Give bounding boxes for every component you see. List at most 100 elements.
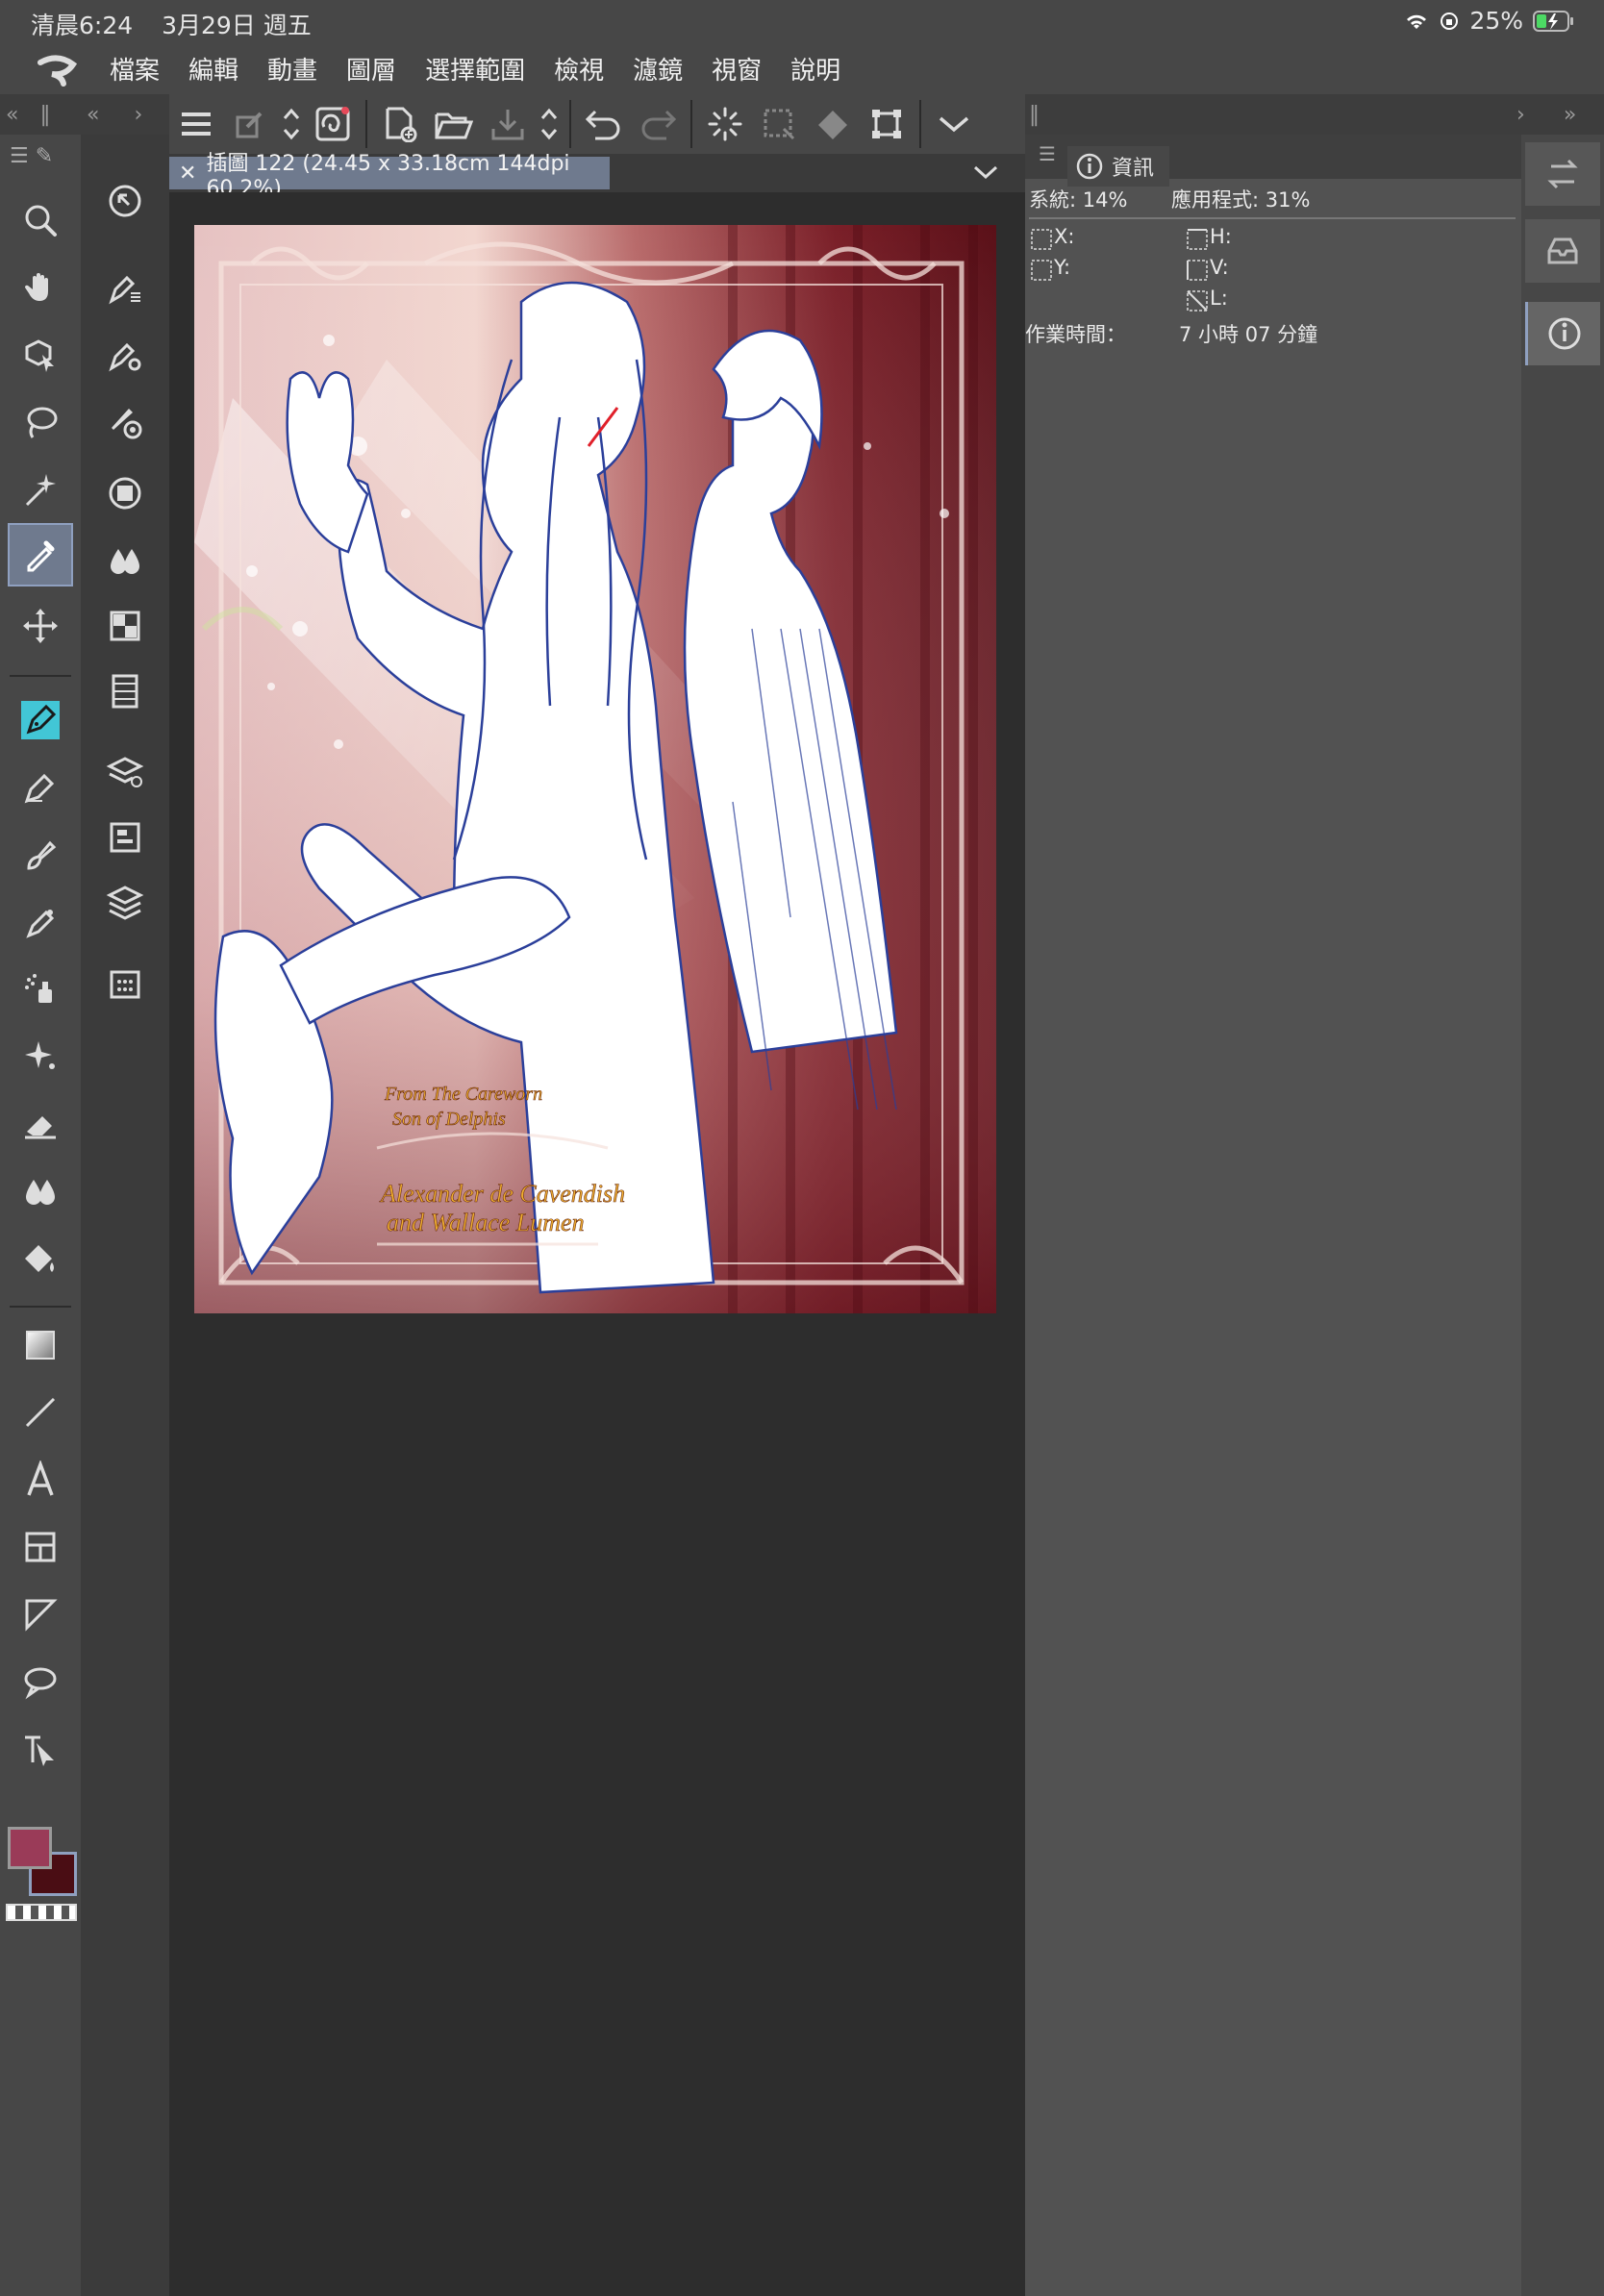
menu-help[interactable]: 說明 bbox=[790, 51, 840, 87]
decoration-tool-icon[interactable] bbox=[8, 890, 73, 954]
pen-tool-icon[interactable] bbox=[8, 688, 73, 752]
grip-icon[interactable]: ‖ bbox=[39, 103, 50, 127]
undo-icon[interactable] bbox=[577, 97, 631, 151]
menu-file[interactable]: 檔案 bbox=[110, 51, 160, 87]
subtool-brush-settings-icon[interactable] bbox=[92, 323, 158, 387]
menu-animation[interactable]: 動畫 bbox=[267, 51, 317, 87]
frame-tool-icon[interactable] bbox=[8, 1515, 73, 1579]
line-tool-icon[interactable] bbox=[8, 1381, 73, 1444]
toolbar-separator bbox=[919, 100, 921, 148]
balloon-tool-icon[interactable] bbox=[8, 1650, 73, 1713]
status-bar: 清晨6:24 3月29日 週五 25% bbox=[0, 0, 1604, 42]
save-icon[interactable] bbox=[481, 97, 535, 151]
hand-tool-icon[interactable] bbox=[8, 256, 73, 319]
layer-property-icon[interactable] bbox=[92, 740, 158, 804]
app-root: 清晨6:24 3月29日 週五 25% 檔案 編輯 動畫 圖層 選擇範圍 檢視 … bbox=[0, 0, 1604, 2296]
fill-tool-icon[interactable] bbox=[8, 1227, 73, 1290]
transparent-color-swatch[interactable] bbox=[6, 1904, 77, 1921]
size-h-label: H: bbox=[1210, 225, 1232, 248]
pencil-tool-icon[interactable] bbox=[8, 756, 73, 819]
color-set-icon[interactable] bbox=[92, 594, 158, 658]
sync-arrows-icon[interactable] bbox=[1525, 142, 1600, 206]
battery-percent: 25% bbox=[1469, 7, 1523, 35]
tool-palette-menu-icon[interactable]: ☰ ✎ bbox=[10, 144, 67, 173]
deselect-icon[interactable] bbox=[752, 97, 806, 151]
tab-list-chevron-icon[interactable] bbox=[973, 165, 998, 181]
blend-tool-icon[interactable] bbox=[8, 1160, 73, 1223]
grip-icon[interactable]: ‖ bbox=[1029, 103, 1040, 127]
collapse-left-icon[interactable]: « bbox=[87, 103, 99, 127]
expand-right-icon[interactable]: » bbox=[1564, 103, 1576, 127]
brush-tool-icon[interactable] bbox=[8, 823, 73, 886]
gradient-tool-icon[interactable] bbox=[8, 1313, 73, 1377]
zoom-reset-icon[interactable] bbox=[92, 169, 158, 233]
artwork-text-line4: and Wallace Lumen bbox=[387, 1209, 585, 1236]
material-panel-icon[interactable] bbox=[92, 952, 158, 1015]
loading-spinner-icon[interactable] bbox=[698, 97, 752, 151]
fill-selection-icon[interactable] bbox=[806, 97, 860, 151]
color-circle-icon[interactable] bbox=[92, 462, 158, 525]
menu-bar: 檔案 編輯 動畫 圖層 選擇範圍 檢視 濾鏡 視窗 說明 bbox=[0, 42, 1604, 94]
zoom-tool-icon[interactable] bbox=[8, 188, 73, 252]
open-folder-icon[interactable] bbox=[427, 97, 481, 151]
right-icon-bar bbox=[1521, 135, 1604, 2296]
subtool-pen-settings-icon[interactable] bbox=[92, 256, 158, 319]
panel-menu-icon[interactable]: ☰ bbox=[1039, 142, 1056, 165]
canvas-area[interactable]: From The Careworn Son of Delphis Alexand… bbox=[169, 192, 1025, 2296]
position-y-icon bbox=[1031, 260, 1052, 281]
document-tab-bar: ✕ 插圖 122 (24.45 x 33.18cm 144dpi 60.2%) bbox=[169, 152, 1025, 201]
info-panel-toggle-icon[interactable] bbox=[1525, 302, 1600, 365]
size-h-icon bbox=[1187, 229, 1208, 250]
menu-filter[interactable]: 濾鏡 bbox=[633, 51, 683, 87]
position-x-icon bbox=[1031, 229, 1052, 250]
redo-icon[interactable] bbox=[631, 97, 685, 151]
airbrush-tool-icon[interactable] bbox=[8, 958, 73, 1021]
updown-arrows-icon[interactable] bbox=[277, 97, 306, 151]
chevron-down-icon[interactable] bbox=[927, 97, 981, 151]
menu-window[interactable]: 視窗 bbox=[712, 51, 762, 87]
work-time-label: 作業時間： bbox=[1025, 323, 1126, 346]
transform-icon[interactable] bbox=[860, 97, 914, 151]
info-tab[interactable]: 資訊 bbox=[1067, 146, 1169, 187]
eyedropper-tool-icon[interactable] bbox=[8, 523, 73, 586]
updown-arrows-icon[interactable] bbox=[535, 97, 564, 151]
inbox-icon[interactable] bbox=[1525, 219, 1600, 283]
info-icon bbox=[1076, 153, 1103, 180]
length-l-icon bbox=[1187, 290, 1208, 312]
menu-edit[interactable]: 編輯 bbox=[188, 51, 238, 87]
tool-separator bbox=[10, 1306, 71, 1308]
move-tool-icon[interactable] bbox=[8, 594, 73, 658]
position-y-label: Y: bbox=[1054, 256, 1071, 279]
companion-mode-icon[interactable] bbox=[306, 97, 360, 151]
object-tool-icon[interactable] bbox=[8, 323, 73, 387]
new-file-icon[interactable] bbox=[373, 97, 427, 151]
toolbar-separator bbox=[569, 100, 571, 148]
layer-panel-icon[interactable] bbox=[92, 871, 158, 935]
battery-charging-icon bbox=[1533, 10, 1573, 32]
app-logo-icon[interactable] bbox=[29, 49, 87, 87]
menu-layer[interactable]: 圖層 bbox=[346, 51, 396, 87]
lasso-tool-icon[interactable] bbox=[8, 390, 73, 454]
navigator-icon[interactable] bbox=[92, 806, 158, 869]
eraser-tool-icon[interactable] bbox=[8, 1092, 73, 1156]
brush-size-icon[interactable] bbox=[92, 390, 158, 454]
toolbar-separator bbox=[365, 100, 367, 148]
canvas-artwork[interactable]: From The Careworn Son of Delphis Alexand… bbox=[194, 225, 996, 1313]
timeline-icon[interactable] bbox=[92, 660, 158, 723]
ruler-tool-icon[interactable] bbox=[8, 1583, 73, 1646]
text-tool-icon[interactable] bbox=[8, 1448, 73, 1511]
document-tab[interactable]: ✕ 插圖 122 (24.45 x 33.18cm 144dpi 60.2%) bbox=[169, 152, 610, 201]
hamburger-menu-icon[interactable] bbox=[169, 97, 223, 151]
main-color-swatch[interactable] bbox=[8, 1827, 52, 1869]
close-tab-icon[interactable]: ✕ bbox=[179, 162, 196, 186]
expand-right-icon[interactable]: › bbox=[134, 103, 142, 127]
menu-selection[interactable]: 選擇範圍 bbox=[425, 51, 525, 87]
sparkle-tool-icon[interactable] bbox=[8, 1025, 73, 1088]
correct-line-tool-icon[interactable] bbox=[8, 1717, 73, 1781]
magic-wand-icon[interactable] bbox=[8, 458, 73, 521]
collapse-right-icon[interactable]: › bbox=[1516, 103, 1525, 127]
color-mix-icon[interactable] bbox=[92, 529, 158, 592]
menu-view[interactable]: 檢視 bbox=[554, 51, 604, 87]
collapse-left-icon[interactable]: « bbox=[6, 103, 18, 127]
edit-layer-icon[interactable] bbox=[223, 97, 277, 151]
